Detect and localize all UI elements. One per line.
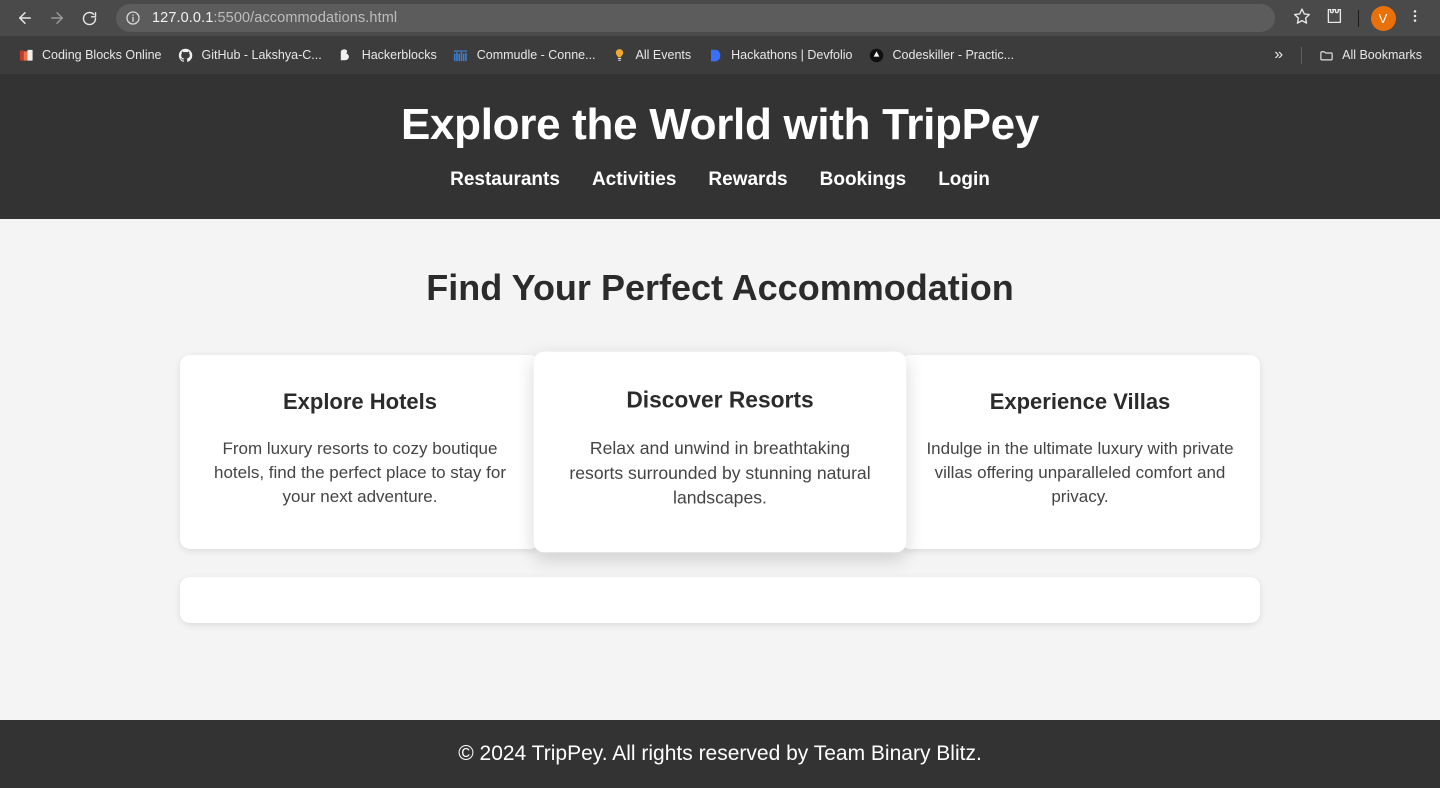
reload-icon xyxy=(81,10,98,27)
forward-button[interactable] xyxy=(42,3,72,33)
section-title: Find Your Perfect Accommodation xyxy=(426,266,1014,308)
accommodation-cards: Explore Hotels From luxury resorts to co… xyxy=(180,351,1260,553)
nav-link-rewards[interactable]: Rewards xyxy=(708,169,787,191)
avatar: V xyxy=(1370,5,1396,31)
bookmark-label: Codeskiller - Practic... xyxy=(892,48,1015,62)
extensions-puzzle-icon xyxy=(1325,7,1343,30)
bookmark-star-button[interactable] xyxy=(1287,3,1317,33)
bookmark-coding-blocks-online[interactable]: Coding Blocks Online xyxy=(10,42,170,68)
bookmark-devfolio[interactable]: Hackathons | Devfolio xyxy=(699,42,860,68)
card-experience-villas[interactable]: Experience Villas Indulge in the ultimat… xyxy=(900,354,1260,549)
url-host: 127.0.0.1 xyxy=(152,10,214,26)
nav-link-activities[interactable]: Activities xyxy=(592,169,676,191)
bookmark-commudle[interactable]: Commudle - Conne... xyxy=(445,42,604,68)
card-description: Indulge in the ultimate luxury with priv… xyxy=(926,438,1234,506)
card-description: From luxury resorts to cozy boutique hot… xyxy=(214,438,506,506)
nav-link-bookings[interactable]: Bookings xyxy=(820,169,907,191)
bookmark-label: Hackathons | Devfolio xyxy=(731,48,853,62)
nav-link-restaurants[interactable]: Restaurants xyxy=(450,169,560,191)
bookmark-label: Coding Blocks Online xyxy=(42,48,162,62)
url-path: :5500/accommodations.html xyxy=(213,10,398,26)
nav-link-login[interactable]: Login xyxy=(938,169,990,191)
copyright-text: © 2024 TripPey. All rights reserved by T… xyxy=(458,742,982,765)
card-discover-resorts[interactable]: Discover Resorts Relax and unwind in bre… xyxy=(533,351,907,553)
empty-results-panel xyxy=(180,576,1260,623)
page-viewport: Explore the World with TripPey Restauran… xyxy=(0,74,1440,788)
bookmarks-bar: Coding Blocks Online GitHub - Lakshya-C.… xyxy=(0,36,1440,74)
card-explore-hotels[interactable]: Explore Hotels From luxury resorts to co… xyxy=(180,354,540,549)
all-events-icon xyxy=(612,47,628,63)
site-nav: Restaurants Activities Rewards Bookings … xyxy=(20,169,1420,191)
reload-button[interactable] xyxy=(74,3,104,33)
card-title: Explore Hotels xyxy=(282,388,438,414)
folder-icon xyxy=(1318,47,1334,63)
bookmark-all-events[interactable]: All Events xyxy=(604,42,700,68)
devfolio-icon xyxy=(707,47,723,63)
bookmark-hackerblocks[interactable]: Hackerblocks xyxy=(330,42,445,68)
all-bookmarks-button[interactable]: All Bookmarks xyxy=(1310,42,1430,68)
bookmark-label: Hackerblocks xyxy=(361,48,437,62)
extensions-button[interactable] xyxy=(1319,3,1349,33)
hackerblocks-icon xyxy=(338,47,354,63)
bookmark-label: All Events xyxy=(635,48,692,62)
commudle-icon xyxy=(453,47,469,63)
github-icon xyxy=(178,47,194,63)
page-title: Explore the World with TripPey xyxy=(400,100,1040,149)
forward-arrow-icon xyxy=(48,9,66,27)
profile-button[interactable]: V xyxy=(1368,3,1398,33)
card-description: Relax and unwind in breathtaking resorts… xyxy=(569,438,871,508)
back-arrow-icon xyxy=(16,9,34,27)
address-bar[interactable]: 127.0.0.1:5500/accommodations.html xyxy=(116,4,1275,32)
bookmarks-overflow-button[interactable]: » xyxy=(1264,47,1293,63)
back-button[interactable] xyxy=(10,3,40,33)
bookmark-github[interactable]: GitHub - Lakshya-C... xyxy=(170,42,330,68)
all-bookmarks-label: All Bookmarks xyxy=(1342,48,1422,62)
browser-toolbar: 127.0.0.1:5500/accommodations.html V xyxy=(0,0,1440,36)
three-dot-menu-icon xyxy=(1407,8,1423,29)
bookmark-codeskiller[interactable]: Codeskiller - Practic... xyxy=(861,42,1023,68)
star-icon xyxy=(1293,7,1311,30)
coding-blocks-icon xyxy=(18,47,34,63)
url-text: 127.0.0.1:5500/accommodations.html xyxy=(152,10,397,26)
site-info-icon[interactable] xyxy=(122,7,144,29)
chrome-menu-button[interactable] xyxy=(1400,3,1430,33)
card-title: Discover Resorts xyxy=(626,386,814,413)
bookmarks-divider xyxy=(1301,46,1303,64)
card-title: Experience Villas xyxy=(989,388,1171,414)
bookmark-label: GitHub - Lakshya-C... xyxy=(201,48,322,62)
site-header: Explore the World with TripPey Restauran… xyxy=(0,74,1440,219)
main-content: Find Your Perfect Accommodation Explore … xyxy=(0,219,1440,720)
codeskiller-icon xyxy=(869,47,885,63)
site-footer: © 2024 TripPey. All rights reserved by T… xyxy=(0,720,1440,788)
bookmark-label: Commudle - Conne... xyxy=(476,48,596,62)
toolbar-divider xyxy=(1358,9,1359,27)
toolbar-actions: V xyxy=(1287,3,1430,33)
